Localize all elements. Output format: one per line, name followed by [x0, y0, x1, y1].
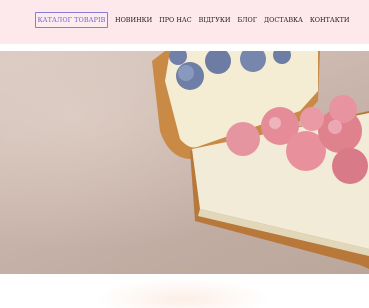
cheesecake-illustration [152, 51, 369, 269]
decorative-shape [95, 278, 270, 308]
below-hero-section [0, 274, 369, 308]
nav-item-blog[interactable]: БЛОГ [237, 16, 257, 24]
catalog-button[interactable]: КАТАЛОГ ТОВАРІВ [35, 12, 108, 28]
site-header: КАТАЛОГ ТОВАРІВ НОВИНКИ ПРО НАС ВІДГУКИ … [0, 0, 369, 44]
nav-item-contacts[interactable]: КОНТАКТИ [310, 16, 350, 24]
nav-item-reviews[interactable]: ВІДГУКИ [199, 16, 231, 24]
main-nav: НОВИНКИ ПРО НАС ВІДГУКИ БЛОГ ДОСТАВКА КО… [115, 16, 357, 24]
nav-item-delivery[interactable]: ДОСТАВКА [264, 16, 303, 24]
nav-item-about[interactable]: ПРО НАС [159, 16, 191, 24]
nav-item-new[interactable]: НОВИНКИ [115, 16, 152, 24]
hero-image [0, 51, 369, 274]
